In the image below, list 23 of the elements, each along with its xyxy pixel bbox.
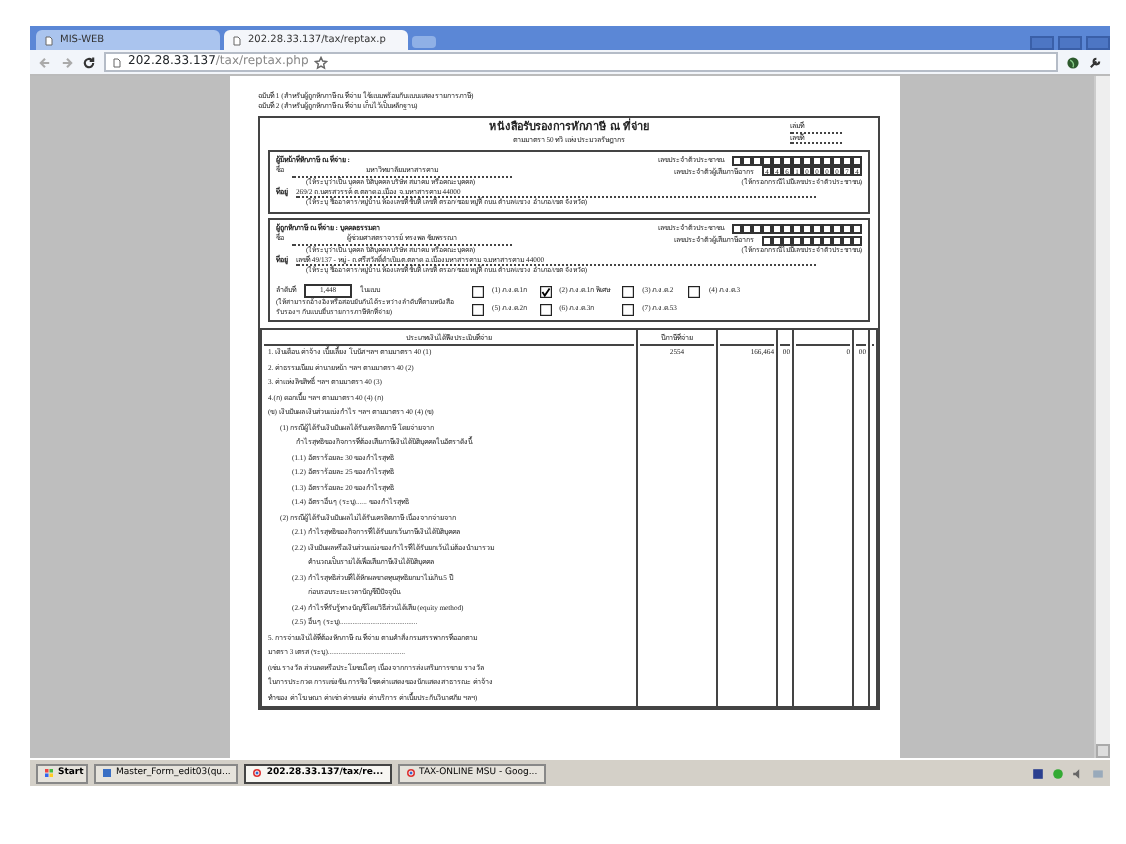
id-number-boxes[interactable] xyxy=(732,155,862,167)
browser-icon xyxy=(405,768,416,778)
volume-icon[interactable] xyxy=(1072,767,1084,779)
page-icon xyxy=(44,35,54,45)
reload-icon[interactable] xyxy=(82,55,96,69)
windows-logo-icon xyxy=(44,768,54,778)
checkbox[interactable] xyxy=(472,285,484,298)
globe-icon[interactable] xyxy=(1066,55,1080,69)
checkbox[interactable] xyxy=(688,285,701,298)
tax-id-boxes[interactable] xyxy=(762,235,862,246)
checkbox[interactable] xyxy=(539,303,552,316)
document-icon xyxy=(102,768,112,778)
id-number-boxes[interactable] xyxy=(732,224,862,235)
page-icon xyxy=(112,57,122,67)
scrollbar[interactable] xyxy=(1094,76,1110,758)
page-icon xyxy=(232,35,242,45)
checkbox[interactable] xyxy=(622,285,635,298)
star-icon[interactable] xyxy=(314,55,329,69)
wrench-icon[interactable] xyxy=(1088,55,1102,69)
checkbox[interactable] xyxy=(472,303,484,316)
checkbox[interactable] xyxy=(622,303,635,316)
checkbox[interactable] xyxy=(539,285,552,298)
browser-icon xyxy=(252,768,263,778)
